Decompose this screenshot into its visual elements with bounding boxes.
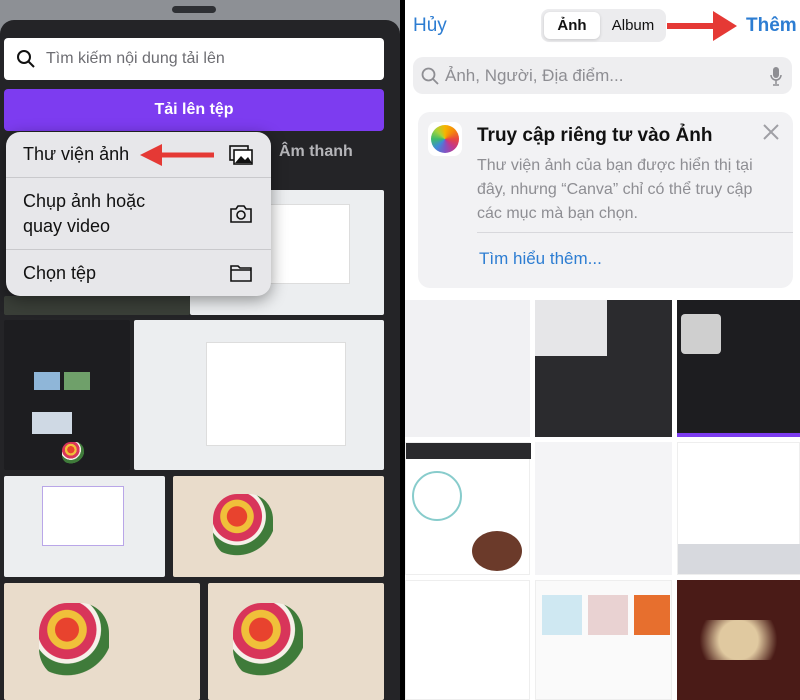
search-placeholder: Tìm kiếm nội dung tải lên: [46, 50, 225, 67]
upload-thumbnail[interactable]: [173, 476, 384, 577]
menu-item-label: Chụp ảnh hoặc quay video: [23, 190, 146, 236]
upload-search-input[interactable]: Tìm kiếm nội dung tải lên: [4, 38, 384, 80]
photo-library-icon: [229, 144, 253, 165]
photo-search-input[interactable]: Ảnh, Người, Địa điểm...: [413, 57, 792, 94]
annotation-arrow-right: [667, 11, 737, 41]
tab-audio[interactable]: Âm thanh: [279, 143, 353, 161]
learn-more-link[interactable]: Tìm hiểu thêm...: [479, 249, 602, 269]
microphone-icon[interactable]: [770, 66, 782, 86]
search-icon: [421, 67, 439, 85]
photo-thumbnail[interactable]: [405, 300, 530, 437]
upload-thumbnail[interactable]: [4, 320, 130, 470]
upload-thumbnail[interactable]: [134, 320, 384, 470]
add-button[interactable]: Thêm: [746, 15, 797, 37]
upload-thumbnail[interactable]: [4, 296, 190, 315]
photo-thumbnail[interactable]: [677, 300, 800, 437]
limited-access-card: Truy cập riêng tư vào Ảnh Thư viện ảnh c…: [418, 112, 793, 288]
upload-thumbnail[interactable]: [4, 476, 165, 577]
photo-thumbnail[interactable]: [405, 580, 530, 700]
segment-albums[interactable]: Album: [603, 12, 663, 39]
photo-thumbnail[interactable]: [535, 580, 672, 700]
photos-app-icon: [428, 122, 462, 156]
search-icon: [17, 50, 35, 68]
photo-thumbnail[interactable]: [405, 442, 531, 575]
sheet-handle[interactable]: [172, 6, 216, 13]
photo-picker-screen: Hủy Ảnh Album Thêm Ảnh, Người, Địa điểm.…: [405, 0, 800, 700]
segmented-control: Ảnh Album: [541, 9, 666, 42]
card-body: Thư viện ảnh của bạn được hiển thị tại đ…: [477, 157, 753, 222]
segment-photos[interactable]: Ảnh: [544, 12, 600, 39]
cancel-button[interactable]: Hủy: [413, 15, 447, 37]
photo-thumbnail[interactable]: [535, 442, 672, 575]
upload-thumbnail[interactable]: [4, 583, 200, 700]
photo-thumbnail[interactable]: [677, 580, 800, 700]
close-icon[interactable]: [763, 124, 779, 140]
photo-thumbnail[interactable]: [535, 300, 672, 437]
menu-item-choose-file[interactable]: Chọn tệp: [6, 250, 271, 296]
annotation-arrow-left: [140, 144, 214, 166]
menu-item-camera[interactable]: Chụp ảnh hoặc quay video: [6, 178, 271, 250]
menu-item-photo-library[interactable]: Thư viện ảnh: [6, 132, 271, 178]
menu-item-label: Chọn tệp: [23, 262, 97, 283]
menu-item-label: Thư viện ảnh: [23, 144, 130, 164]
canva-upload-screen: Tìm kiếm nội dung tải lên Tải lên tệp Âm…: [0, 0, 400, 700]
upload-source-menu: Thư viện ảnh Chụp ảnh hoặc quay video Ch…: [6, 132, 271, 296]
search-placeholder: Ảnh, Người, Địa điểm...: [445, 65, 624, 85]
folder-icon: [230, 265, 252, 282]
card-title: Truy cập riêng tư vào Ảnh: [477, 125, 713, 146]
upload-file-button[interactable]: Tải lên tệp: [4, 89, 384, 131]
card-divider: [477, 232, 793, 233]
photo-thumbnail[interactable]: [677, 442, 800, 575]
camera-icon: [230, 204, 252, 223]
upload-thumbnail[interactable]: [208, 583, 384, 700]
